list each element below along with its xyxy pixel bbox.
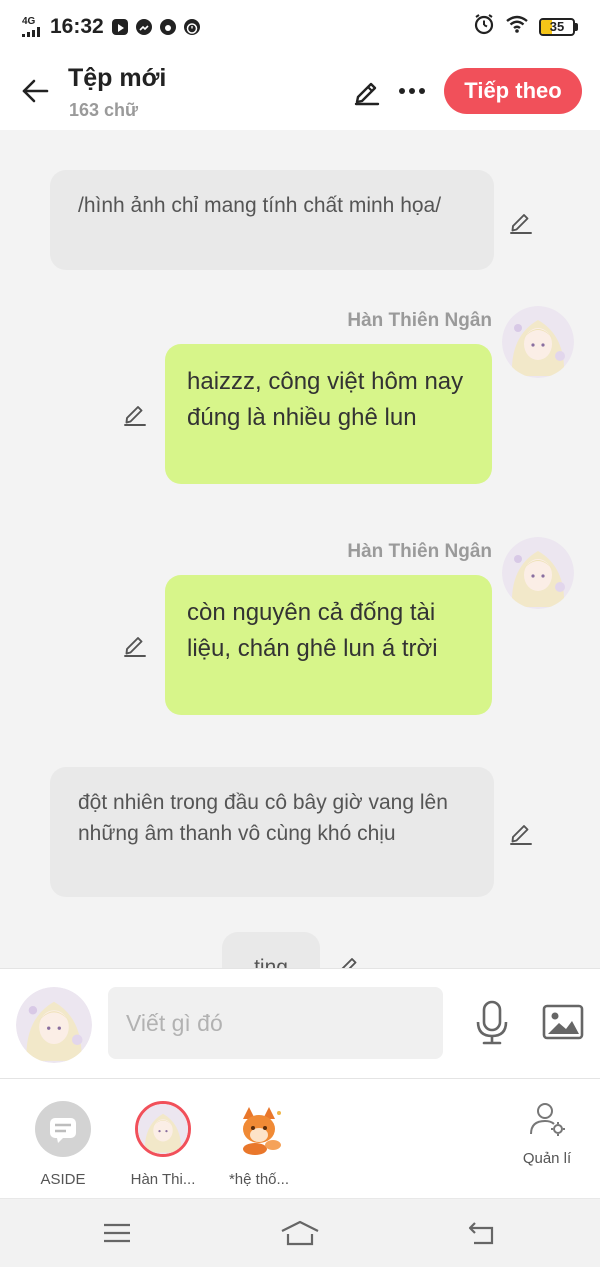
edit-title-button[interactable] [348,72,386,110]
page-title: Tệp mới [68,64,167,92]
pencil-icon [354,82,380,106]
pencil-icon [510,214,532,234]
insert-image-button[interactable] [540,999,586,1045]
return-icon [468,1222,494,1245]
messenger-notification-icon [135,19,152,35]
more-horizontal-icon [399,88,425,94]
network-type: 4G [22,16,36,27]
voice-input-button[interactable] [470,997,514,1049]
image-icon [542,1004,584,1040]
system-navigation-bar [0,1198,600,1267]
message-composer [0,968,600,1078]
dialogue-bubble[interactable]: còn nguyên cả đống tài liệu, chán ghê lu… [165,575,492,715]
character-label: ASIDE [40,1171,86,1188]
back-nav-button[interactable] [462,1215,502,1251]
user-settings-icon [530,1103,565,1136]
microphone-icon [476,1000,508,1045]
alarm-icon [473,13,495,41]
message-input[interactable] [108,987,443,1059]
narration-message[interactable]: ting [222,932,320,968]
home-nav-button[interactable] [280,1215,320,1251]
speech-bubble-icon [35,1101,91,1157]
youtube-notification-icon [111,19,128,35]
narration-message[interactable]: /hình ảnh chỉ mang tính chất minh họa/ [50,170,494,270]
character-label: Hàn Thi... [130,1171,196,1188]
edit-message-button[interactable] [506,206,536,236]
pencil-icon [341,958,357,968]
character-he-thong[interactable]: *hệ thố... [214,1101,304,1188]
current-character-avatar[interactable] [16,987,92,1063]
battery-level: 35 [549,19,565,34]
chrome-notification-icon [159,19,176,35]
home-icon [281,1220,319,1246]
pencil-icon [124,637,146,657]
character-selector: ASIDE Hàn Thi... *hệ thố... Quản lí [0,1078,600,1198]
alarm-notification-icon [183,19,200,35]
character-han-thien-ngan[interactable]: Hàn Thi... [118,1101,208,1188]
back-button[interactable] [14,70,56,112]
menu-nav-button[interactable] [97,1215,137,1251]
hamburger-menu-icon [104,1223,130,1243]
cellular-signal-icon: 4G [22,17,40,37]
speaker-name: Hàn Thiên Ngân [347,541,492,562]
status-time: 16:32 [50,15,104,38]
top-app-bar: Tệp mới 163 chữ Tiếp theo [0,54,600,130]
arrow-left-icon [22,79,49,103]
character-aside[interactable]: ASIDE [18,1101,108,1188]
manage-label: Quản lí [522,1150,572,1167]
narration-message[interactable]: đột nhiên trong đầu cô bây giờ vang lên … [50,767,494,897]
character-label: *hệ thố... [228,1171,290,1188]
speaker-name: Hàn Thiên Ngân [347,310,492,331]
character-avatar[interactable] [502,306,574,378]
more-options-button[interactable] [394,72,430,110]
battery-icon: 35 [539,18,578,36]
edit-message-button[interactable] [506,817,536,847]
character-avatar [135,1101,191,1157]
character-avatar[interactable] [502,537,574,609]
next-button[interactable]: Tiếp theo [444,68,582,114]
fox-mascot-avatar [231,1101,287,1157]
manage-characters-button[interactable]: Quản lí [512,1101,582,1167]
dialogue-bubble[interactable]: haizzz, công việt hôm nay đúng là nhiều … [165,344,492,484]
word-count: 163 chữ [69,100,139,120]
edit-message-button[interactable] [120,398,150,428]
edit-message-button[interactable] [334,950,364,968]
pencil-icon [510,825,532,845]
pencil-icon [124,406,146,426]
story-chat-area[interactable]: /hình ảnh chỉ mang tính chất minh họa/ H… [0,130,600,968]
edit-message-button[interactable] [120,629,150,659]
status-bar: 4G 16:32 35 [0,0,600,54]
wifi-icon [505,14,529,40]
